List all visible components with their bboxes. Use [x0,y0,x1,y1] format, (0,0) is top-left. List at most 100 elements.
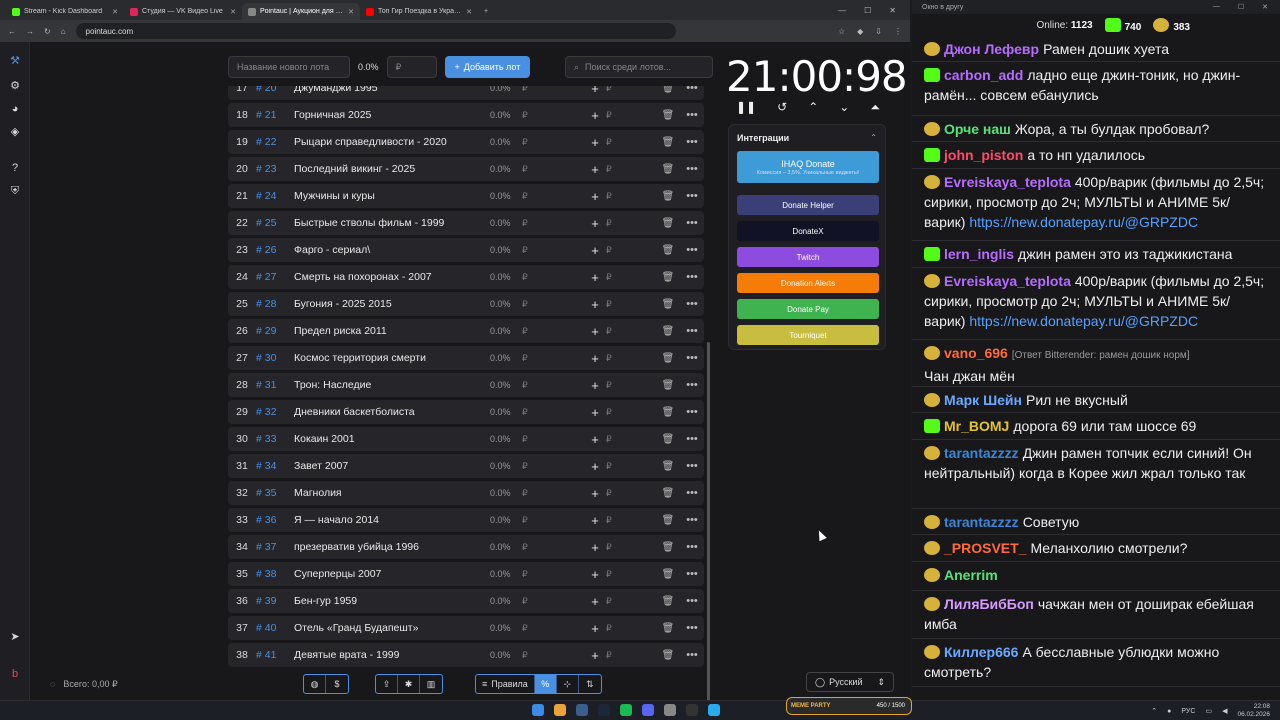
lot-name[interactable]: Отель «Гранд Будапешт» [294,622,490,634]
add-amount-icon[interactable]: + [584,351,606,366]
trash-icon[interactable]: 🗑 [656,542,680,553]
chat-link[interactable]: https://new.donatepay.ru/@GRPZDC [969,313,1198,329]
more-icon[interactable]: ••• [680,298,704,310]
lot-add-amount[interactable]: ₽ [606,407,656,418]
reset-icon[interactable]: ↺ [777,100,787,115]
lot-add-amount[interactable]: ₽ [606,596,656,607]
lot-add-amount[interactable]: ₽ [606,623,656,634]
add-amount-icon[interactable]: + [584,216,606,231]
forward-icon[interactable]: → [26,27,34,36]
more-icon[interactable]: ••• [680,136,704,148]
lot-name[interactable]: Космос территория смерти [294,352,490,364]
extension-icon[interactable]: ◆ [857,27,863,36]
lot-name[interactable]: Суперперцы 2007 [294,568,490,580]
integration-button[interactable]: Donation Alerts [737,273,879,293]
lot-row[interactable]: 23 # 26 Фарго - сериал\ 0.0% ₽ + ₽ 🗑 ••• [228,238,704,262]
browser-tab-pointauc[interactable]: Pointauc | Аукцион для стримов ✕ [242,3,360,20]
more-icon[interactable]: ••• [680,217,704,229]
trash-icon[interactable]: 🗑 [656,515,680,526]
more-icon[interactable]: ••• [680,325,704,337]
lot-add-amount[interactable]: ₽ [606,164,656,175]
close-icon[interactable]: ✕ [230,8,236,16]
app-icon[interactable] [664,704,676,716]
add-amount-icon[interactable]: + [584,648,606,663]
lot-add-amount[interactable]: ₽ [606,245,656,256]
lot-row[interactable]: 24 # 27 Смерть на похоронах - 2007 0.0% ₽ + ₽ 🗑… [228,265,704,289]
chat-username[interactable]: Джон Лефевр [944,41,1039,57]
close-icon[interactable]: ✕ [112,8,118,16]
add-amount-icon[interactable]: + [584,486,606,501]
trash-icon[interactable]: 🗑 [656,245,680,256]
add-amount-icon[interactable]: + [584,270,606,285]
trash-icon[interactable]: 🗑 [656,434,680,445]
chat-link[interactable]: https://new.donatepay.ru/@GRPZDC [969,214,1198,230]
more-icon[interactable]: ••• [680,649,704,661]
lot-row[interactable]: 21 # 24 Мужчины и куры 0.0% ₽ + ₽ 🗑 ••• [228,184,704,208]
lot-name[interactable]: Горничная 2025 [294,109,490,121]
spotify-icon[interactable] [620,704,632,716]
trash-icon[interactable]: 🗑 [656,191,680,202]
chat-username[interactable]: Марк Шейн [944,392,1022,408]
lot-add-amount[interactable]: ₽ [606,299,656,310]
chat-username[interactable]: Орче наш [944,121,1011,137]
add-amount-icon[interactable]: + [584,567,606,582]
shield-icon[interactable]: ⛨ [8,184,22,198]
chat-username[interactable]: john_piston [944,147,1023,163]
lot-row[interactable]: 17 # 20 Джуманджи 1995 0.0% ₽ + ₽ 🗑 ••• [228,86,704,100]
more-icon[interactable]: ••• [680,487,704,499]
volume-icon[interactable]: ◀ [1222,707,1227,715]
lot-name[interactable]: Дневники баскетболиста [294,406,490,418]
lot-add-amount[interactable]: ₽ [606,515,656,526]
more-icon[interactable]: ••• [680,271,704,283]
more-icon[interactable]: ••• [680,379,704,391]
url-field[interactable]: pointauc.com [75,23,676,39]
add-amount-icon[interactable]: + [584,189,606,204]
lot-name[interactable]: Мужчины и куры [294,190,490,202]
lot-name[interactable]: Фарго - сериал\ [294,244,490,256]
wheel-icon[interactable]: ◕ [8,102,22,116]
trash-icon[interactable]: 🗑 [656,488,680,499]
minimize-icon[interactable]: — [1213,3,1220,11]
input-language[interactable]: РУС [1181,708,1195,715]
collapse-icon[interactable]: ⏶ [870,100,880,115]
lot-add-amount[interactable]: ₽ [606,272,656,283]
lot-row[interactable]: 19 # 22 Рыцари справедливости - 2020 0.0% ₽ +… [228,130,704,154]
trash-icon[interactable]: ▥ [420,675,442,693]
lot-row[interactable]: 27 # 30 Космос территория смерти 0.0% ₽ + ₽ 🗑 ••… [228,346,704,370]
lot-name[interactable]: Трон: Наследие [294,379,490,391]
add-amount-icon[interactable]: + [584,324,606,339]
lot-add-amount[interactable]: ₽ [606,326,656,337]
steam-icon[interactable] [598,704,610,716]
lot-row[interactable]: 36 # 39 Бен-гур 1959 0.0% ₽ + ₽ 🗑 ••• [228,589,704,613]
github-icon[interactable]: ◍ [304,675,326,693]
more-icon[interactable]: ••• [680,460,704,472]
sort-icon[interactable]: ⇅ [579,675,601,693]
lot-row[interactable]: 37 # 40 Отель «Гранд Будапешт» 0.0% ₽ + ₽ 🗑 ••• [228,616,704,640]
auction-icon[interactable]: ⚒ [8,54,22,68]
lot-row[interactable]: 34 # 37 презерватив убийца 1996 0.0% ₽ + ₽ 🗑 ••• [228,535,704,559]
start-icon[interactable] [532,704,544,716]
add-amount-icon[interactable]: + [584,243,606,258]
trash-icon[interactable]: 🗑 [656,137,680,148]
close-icon[interactable]: ✕ [348,8,354,16]
more-icon[interactable]: ••• [680,433,704,445]
export-icon[interactable]: ⇪ [376,675,398,693]
layers-icon[interactable]: ◈ [8,125,22,139]
integration-button[interactable]: Donate Pay [737,299,879,319]
add-amount-icon[interactable]: + [584,162,606,177]
lot-row[interactable]: 18 # 21 Горничная 2025 0.0% ₽ + ₽ 🗑 ••• [228,103,704,127]
lot-row[interactable]: 31 # 34 Завет 2007 0.0% ₽ + ₽ 🗑 ••• [228,454,704,478]
lot-add-amount[interactable]: ₽ [606,488,656,499]
maximize-icon[interactable]: ☐ [864,6,871,15]
add-amount-icon[interactable]: + [584,594,606,609]
lot-add-amount[interactable]: ₽ [606,110,656,121]
mic-icon[interactable]: ● [1167,708,1171,715]
integration-button[interactable]: Tourniquet [737,325,879,345]
chat-username[interactable]: _PROSVET_ [944,540,1026,556]
more-icon[interactable]: ••• [680,86,704,94]
trash-icon[interactable]: 🗑 [656,650,680,661]
bug-icon[interactable]: ✱ [398,675,420,693]
lot-name[interactable]: презерватив убийца 1996 [294,541,490,553]
lot-add-amount[interactable]: ₽ [606,218,656,229]
close-icon[interactable]: ✕ [466,8,472,16]
